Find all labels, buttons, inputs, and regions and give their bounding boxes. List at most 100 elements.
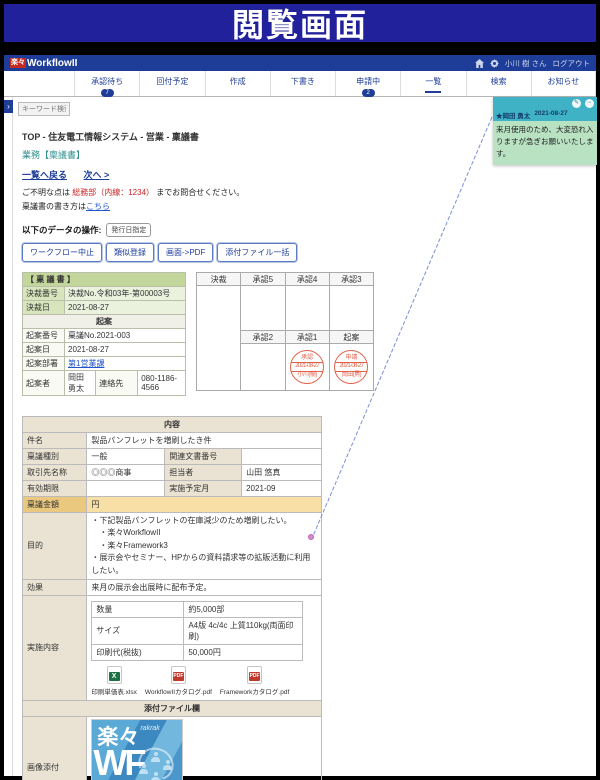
tab-bar: 承認待ち 7 回付予定 作成 下書き 申請中 2 一覧 検索 お知らせ <box>4 71 596 97</box>
row-label: 画像添付 <box>23 716 87 780</box>
application-stamp: 申請 2021-08-27 岡田(勇) <box>334 350 368 384</box>
wf-logo-image: 楽々 rakrak WF <box>92 720 182 780</box>
file-pdf-workflow[interactable]: PDF WorkflowIIカタログ.pdf <box>145 666 212 696</box>
stamp-col-header: 起案 <box>329 331 373 344</box>
tables-row: 【 稟 議 書 】 決裁番号 決裁No.令和03年-第00003号 決裁日 20… <box>22 272 596 396</box>
row-value: 50,000円 <box>184 644 303 660</box>
contact-dept-highlight: 総務部（内線：1234） <box>72 188 154 197</box>
tab-badge: 7 <box>101 89 114 97</box>
logo-raku-mark: 楽々 <box>10 58 26 68</box>
row-label: 起案日 <box>23 343 65 357</box>
tab-search[interactable]: 検索 <box>466 71 531 96</box>
person-icon <box>163 760 172 770</box>
person-icon <box>139 764 148 774</box>
attached-image-thumbnail[interactable]: 楽々 rakrak WF 楽々 Workf <box>91 719 183 780</box>
row-label: 数量 <box>92 601 184 617</box>
sticky-note-header: ✎ − ★岡田 勇太 2021-08-27 <box>493 97 597 121</box>
subject-value: 製品パンフレットを増刷したき件 <box>87 433 322 449</box>
stamp-cell-empty <box>285 286 329 331</box>
header-right: 小川 樹 さん ログアウト <box>475 58 590 69</box>
row-label: 実施内容 <box>23 595 87 700</box>
implementation-detail-table: 数量 約5,000部 サイズ A4版 4c/4c 上質110kg(両面印刷) 印… <box>91 601 303 661</box>
tab-create[interactable]: 作成 <box>205 71 270 96</box>
search-input[interactable] <box>18 102 70 116</box>
row-label: 起案者 <box>23 371 65 396</box>
similar-register-button[interactable]: 類似登録 <box>106 243 154 262</box>
file-xlsx[interactable]: X 印刷単価表.xlsx <box>91 666 137 696</box>
excel-file-icon: X <box>107 666 122 684</box>
tab-draft[interactable]: 下書き <box>270 71 335 96</box>
stamp-col-header: 決裁 <box>197 273 241 286</box>
next-link[interactable]: 次へ > <box>84 170 110 180</box>
row-label: 起案部署 <box>23 357 65 371</box>
row-value: A4版 4c/4c 上質110kg(両面印刷) <box>184 617 303 644</box>
stamp-cell-empty <box>241 344 285 391</box>
home-icon[interactable] <box>475 59 484 68</box>
page-title: 閲覧画面 <box>232 0 368 46</box>
note-edit-icon[interactable]: ✎ <box>572 99 581 108</box>
tab-news[interactable]: お知らせ <box>531 71 596 96</box>
page: 閲覧画面 楽々 WorkflowII 小川 樹 さん ログアウト 承認待ち <box>0 0 600 780</box>
attached-files: X 印刷単価表.xlsx PDF WorkflowIIカタログ.pdf PDF … <box>91 666 317 696</box>
row-label: 実施予定月 <box>165 481 242 497</box>
stamp-cell-empty <box>241 286 285 331</box>
stamp-col-header: 承認3 <box>329 273 373 286</box>
person-value: 山田 悠真 <box>242 465 322 481</box>
row-label: 目的 <box>23 513 87 580</box>
back-to-list-link[interactable]: 一覧へ戻る <box>22 170 67 180</box>
row-value: 2021-08-27 <box>65 301 186 315</box>
row-label: 効果 <box>23 579 87 595</box>
row-label: 関連文書番号 <box>165 449 242 465</box>
content-area: › TOP - 住友電工情報システム - 営業 - 稟議書 業務【稟議書】 一覧… <box>4 97 596 776</box>
screen-to-pdf-button[interactable]: 画面->PDF <box>158 243 213 262</box>
row-value: 約5,000部 <box>184 601 303 617</box>
row-label: サイズ <box>92 617 184 644</box>
row-label: 件名 <box>23 433 87 449</box>
howto-link[interactable]: こちら <box>86 202 110 211</box>
reldoc-value <box>242 449 322 465</box>
tab-approval-pending[interactable]: 承認待ち 7 <box>74 71 139 96</box>
tab-list[interactable]: 一覧 <box>400 71 465 96</box>
page-banner: 閲覧画面 <box>4 4 596 42</box>
stamp-cell-empty <box>197 286 241 391</box>
table-title: 内容 <box>23 417 322 433</box>
approval-stamp-table: 決裁 承認5 承認4 承認3 承認2 承認1 起案 <box>196 272 374 391</box>
row-label: 印刷代(税抜) <box>92 644 184 660</box>
sidebar-expand-button[interactable]: › <box>4 100 13 113</box>
row-value: 2021-08-27 <box>65 343 186 357</box>
attachments-bulk-button[interactable]: 添付ファイル一括 <box>217 243 297 262</box>
person-icon <box>151 772 160 780</box>
stamp-cell-empty <box>329 286 373 331</box>
sticky-note[interactable]: ✎ − ★岡田 勇太 2021-08-27 来月使用のため、大変恐れ入りますが急… <box>493 97 597 165</box>
tab-badge: 2 <box>362 89 375 97</box>
left-divider <box>12 97 13 776</box>
row-label: 決裁番号 <box>23 287 65 301</box>
effect-value: 来月の展示会出展時に配布予定。 <box>87 579 322 595</box>
app-logo: 楽々 WorkflowII <box>10 58 77 69</box>
app-header: 楽々 WorkflowII 小川 樹 さん ログアウト <box>4 55 596 71</box>
workflow-stop-button[interactable]: ワークフロー中止 <box>22 243 102 262</box>
gear-icon[interactable] <box>490 59 499 68</box>
pdf-file-icon: PDF <box>247 666 262 684</box>
department-link[interactable]: 第1営業課 <box>68 359 104 368</box>
attachment-section-header: 添付ファイル欄 <box>23 700 322 716</box>
expiry-value <box>87 481 165 497</box>
file-pdf-framework[interactable]: PDF Frameworkカタログ.pdf <box>220 666 289 696</box>
note-author: ★岡田 勇太 <box>496 110 530 120</box>
logout-link[interactable]: ログアウト <box>553 58 591 69</box>
note-body: 来月使用のため、大変恐れ入りますが急ぎお願いいたします。 <box>493 121 597 165</box>
row-label: 稟議金額 <box>23 497 87 513</box>
note-minimize-icon[interactable]: − <box>585 99 594 108</box>
note-date: 2021-08-27 <box>534 110 567 120</box>
content-detail-table: 内容 件名 製品パンフレットを増刷したき件 稟議種別 一般 関連文書番号 取引先… <box>22 416 322 780</box>
image-attachment-cell: 楽々 rakrak WF 楽々 Workf <box>87 716 322 780</box>
issue-date-button[interactable]: 発行日指定 <box>106 223 151 237</box>
tab-routing-planned[interactable]: 回付予定 <box>139 71 204 96</box>
stamp-col-header: 承認5 <box>241 273 285 286</box>
row-label: 担当者 <box>165 465 242 481</box>
row-label: 決裁日 <box>23 301 65 315</box>
drafter-phone: 080-1186-4566 <box>138 371 186 396</box>
approval-stamp: 承認 2021-08-27 小川(樹) <box>290 350 324 384</box>
stamp-col-header: 承認1 <box>285 331 329 344</box>
tab-applying[interactable]: 申請中 2 <box>335 71 400 96</box>
